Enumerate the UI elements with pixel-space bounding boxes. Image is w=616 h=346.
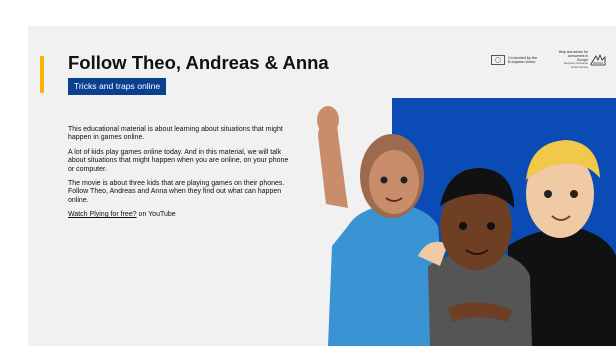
hjelp-logo-text: Help and advice for consumers in Europe … — [558, 50, 588, 69]
eu-flag-icon — [491, 55, 505, 65]
paragraph-movie: The movie is about three kids that are p… — [68, 180, 285, 204]
eu-logo: Co-funded by the European Union — [491, 55, 548, 65]
eu-logo-text: Co-funded by the European Union — [508, 55, 538, 64]
hand-logo-icon — [590, 54, 606, 66]
body-text: This educational material is about learn… — [68, 126, 293, 226]
presentation-slide: Follow Theo, Andreas & Anna Tricks and t… — [28, 26, 616, 346]
paragraph-games: A lot of kids play games online today. A… — [68, 148, 289, 173]
paragraph-intro: This educational material is about learn… — [68, 126, 283, 142]
slide-title: Follow Theo, Andreas & Anna — [68, 52, 329, 73]
youtube-suffix: on YouTube — [136, 211, 176, 219]
youtube-line: Watch Plying for free? on YouTube — [68, 211, 293, 219]
kids-illustration — [317, 98, 616, 346]
subtitle-badge: Tricks and traps online — [68, 78, 167, 95]
accent-bar — [40, 56, 44, 93]
youtube-link[interactable]: Watch Plying for free? — [68, 211, 137, 218]
partner-logos: Co-funded by the European Union Help and… — [491, 50, 606, 70]
hjelp-logo: Help and advice for consumers in Europe … — [558, 50, 606, 70]
